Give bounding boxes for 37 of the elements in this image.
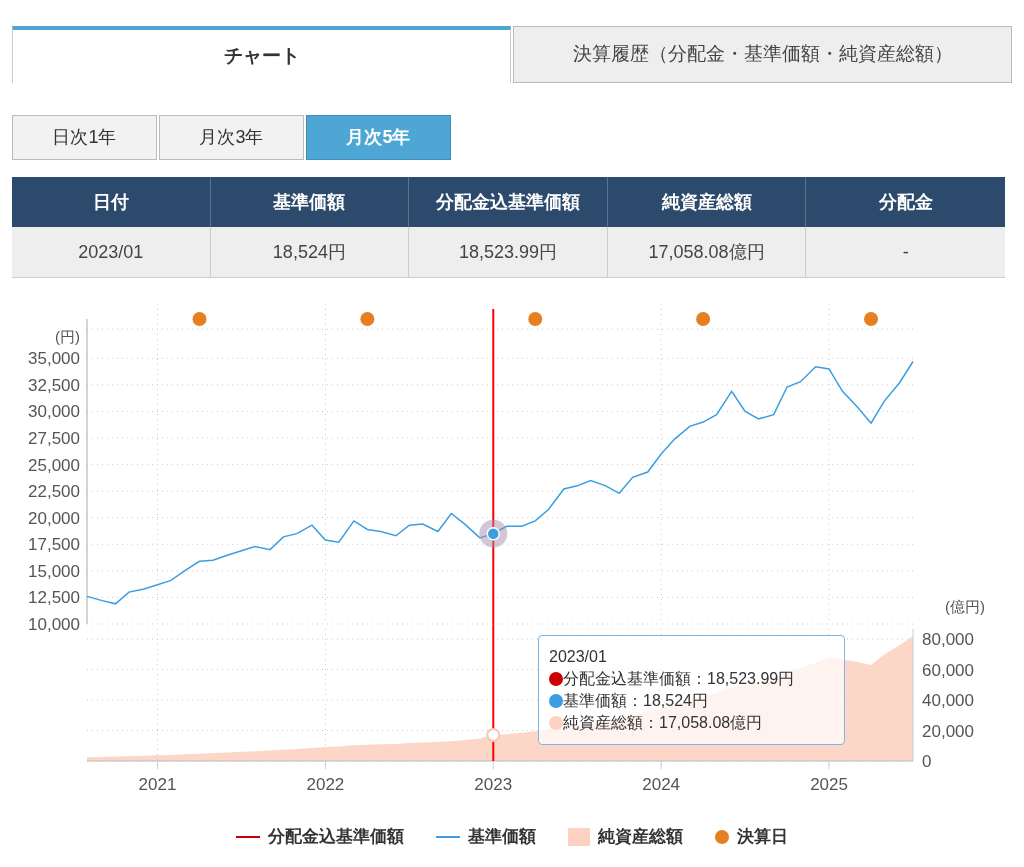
table-cell: 2023/01: [12, 227, 211, 277]
table-cell-text: -: [901, 240, 910, 264]
tooltip-text: 純資産総額：17,058.08億円: [563, 713, 763, 733]
y-tick-label: 27,500: [28, 429, 80, 448]
y-tick-label: 80,000: [922, 630, 974, 650]
table-cell: 18,524円: [210, 227, 410, 277]
y-tick-label: 20,000: [922, 721, 974, 741]
y-tick-label: 17,500: [28, 535, 80, 555]
tooltip-text: 基準価額：18,524円: [563, 691, 708, 711]
x-tick-label: 2025: [810, 775, 848, 794]
legend-label: 純資産総額: [598, 826, 683, 848]
y-tick-label: 40,000: [922, 691, 974, 711]
x-tick-label: 2024: [642, 775, 681, 794]
y-tick-label: 60,000: [922, 660, 974, 680]
y-tick-label: 35,000: [28, 349, 80, 369]
legend-label: 決算日: [737, 826, 788, 848]
legend-label: 基準価額: [468, 826, 536, 848]
y-axis-unit: (円): [55, 328, 80, 345]
y-axis-unit: (億円): [945, 598, 985, 615]
x-tick-label: 2022: [306, 775, 345, 794]
y-tick-label: 25,000: [28, 455, 80, 475]
y-tick-label: 20,000: [28, 508, 80, 528]
y-tick-label: 22,500: [28, 482, 80, 502]
table-cell: 17,058.08億円: [607, 227, 807, 277]
y-tick-label: 32,500: [28, 375, 80, 395]
y-tick-label: 30,000: [28, 402, 80, 422]
column-header: 分配金: [877, 190, 934, 214]
tooltip-text: 分配金込基準価額：18,523.99円: [563, 669, 795, 689]
table-cell: 18,523.99円: [409, 227, 608, 277]
y-tick-label: 15,000: [28, 561, 80, 581]
tooltip-title: 2023/01: [549, 647, 608, 667]
x-tick-label: 2021: [138, 775, 177, 794]
x-tick-label: 2023: [474, 775, 513, 794]
y-tick-label: 12,500: [28, 588, 80, 608]
legend-label: 分配金込基準価額: [268, 826, 404, 848]
y-tick-label: 0: [922, 752, 932, 771]
y-tick-label: 10,000: [28, 615, 80, 634]
